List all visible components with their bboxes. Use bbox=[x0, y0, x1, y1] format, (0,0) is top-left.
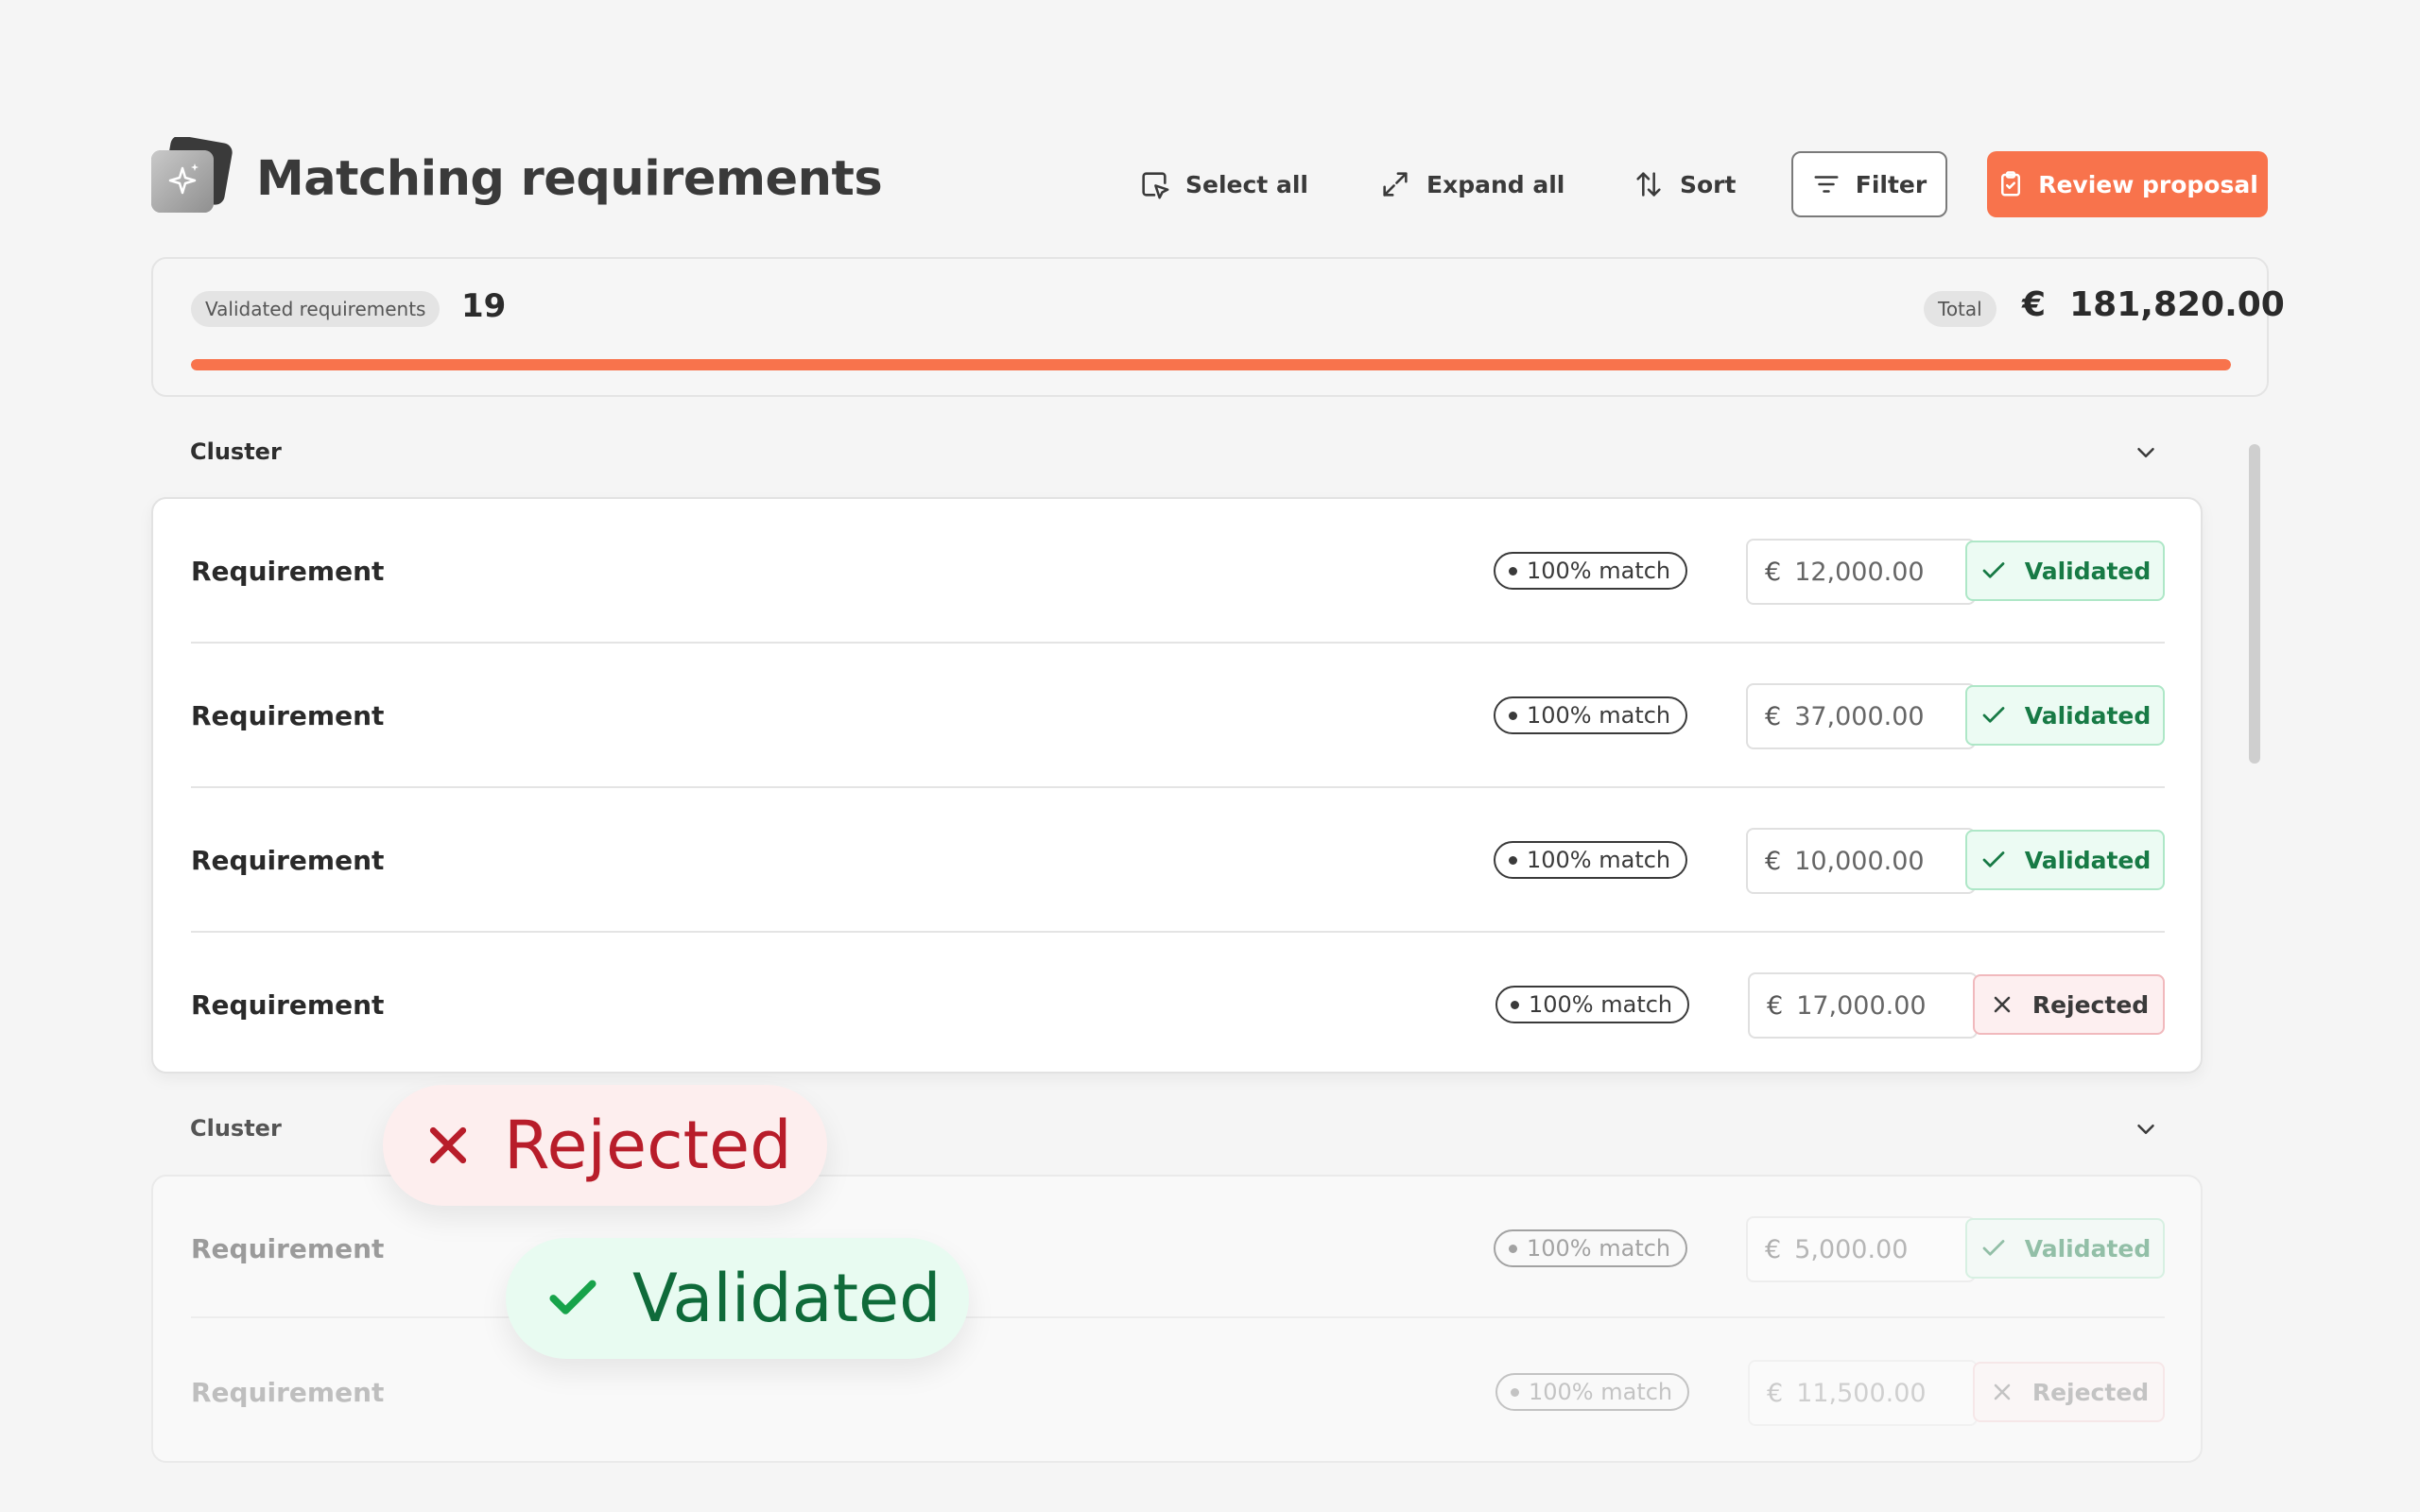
currency-symbol: € bbox=[1767, 990, 1784, 1021]
rejected-callout-label: Rejected bbox=[504, 1107, 792, 1184]
status-label: Validated bbox=[2024, 1234, 2152, 1263]
validated-status-button[interactable]: Validated bbox=[1965, 830, 2165, 890]
amount-value: 37,000.00 bbox=[1794, 701, 1925, 731]
scrollbar-thumb[interactable] bbox=[2249, 444, 2260, 764]
requirement-name: Requirement bbox=[191, 556, 385, 587]
currency-symbol: € bbox=[1765, 1234, 1782, 1264]
status-label: Validated bbox=[2024, 557, 2152, 585]
check-icon bbox=[549, 1280, 596, 1314]
validated-callout-label: Validated bbox=[632, 1260, 942, 1337]
validated-status-button[interactable]: Validated bbox=[1965, 1218, 2165, 1279]
expand-all-button[interactable]: Expand all bbox=[1379, 151, 1564, 217]
sort-button[interactable]: Sort bbox=[1633, 151, 1736, 217]
amount-value: 17,000.00 bbox=[1796, 990, 1927, 1021]
table-row[interactable]: Requirement 100% match €11,500.00 Reject… bbox=[191, 1320, 2165, 1465]
table-row[interactable]: Requirement 100% match €10,000.00 Valida… bbox=[191, 788, 2165, 933]
match-badge: 100% match bbox=[1494, 841, 1688, 879]
chevron-down-icon[interactable] bbox=[2132, 1115, 2160, 1143]
select-all-label: Select all bbox=[1185, 170, 1308, 198]
amount-value: 12,000.00 bbox=[1794, 557, 1925, 587]
currency-symbol: € bbox=[1767, 1378, 1784, 1408]
match-badge: 100% match bbox=[1494, 552, 1688, 590]
app-logo bbox=[151, 135, 233, 216]
requirement-name: Requirement bbox=[191, 1233, 385, 1264]
amount-field[interactable]: €5,000.00 bbox=[1746, 1216, 1976, 1282]
progress-fill bbox=[191, 359, 2231, 370]
close-icon bbox=[1994, 996, 2011, 1013]
check-icon bbox=[1982, 562, 2005, 578]
filter-label: Filter bbox=[1855, 170, 1927, 198]
sort-label: Sort bbox=[1680, 170, 1737, 198]
amount-value: 10,000.00 bbox=[1794, 846, 1925, 876]
status-label: Rejected bbox=[2031, 1378, 2150, 1406]
rejected-status-button[interactable]: Rejected bbox=[1973, 1362, 2165, 1422]
match-badge: 100% match bbox=[1494, 1229, 1688, 1267]
match-label: 100% match bbox=[1529, 1379, 1673, 1405]
filter-button[interactable]: Filter bbox=[1791, 151, 1947, 217]
clipboard-check-icon bbox=[2001, 171, 2021, 197]
amount-field[interactable]: €37,000.00 bbox=[1746, 683, 1976, 749]
rejected-status-button[interactable]: Rejected bbox=[1973, 974, 2165, 1035]
close-icon bbox=[1994, 1383, 2011, 1400]
cluster-header[interactable]: Cluster bbox=[190, 1115, 282, 1142]
progress-bar bbox=[191, 359, 2231, 370]
match-label: 100% match bbox=[1527, 847, 1671, 873]
cursor-select-icon bbox=[1142, 172, 1169, 199]
total-badge: Total bbox=[1924, 291, 1996, 327]
review-proposal-label: Review proposal bbox=[2038, 170, 2258, 198]
table-row[interactable]: Requirement 100% match €17,000.00 Reject… bbox=[191, 933, 2165, 1077]
sort-icon bbox=[1636, 172, 1661, 197]
currency-symbol: € bbox=[1765, 701, 1782, 731]
check-icon bbox=[1982, 1240, 2005, 1256]
amount-field[interactable]: €11,500.00 bbox=[1748, 1360, 1978, 1426]
validated-callout: Validated bbox=[506, 1238, 969, 1359]
expand-all-label: Expand all bbox=[1426, 170, 1565, 198]
match-label: 100% match bbox=[1527, 702, 1671, 729]
amount-value: 11,500.00 bbox=[1796, 1378, 1927, 1408]
status-label: Validated bbox=[2024, 701, 2152, 730]
amount-value: 5,000.00 bbox=[1794, 1234, 1909, 1264]
currency-symbol: € bbox=[1765, 846, 1782, 876]
check-icon bbox=[1982, 851, 2005, 868]
cluster-card: Requirement 100% match €5,000.00 Validat… bbox=[151, 1175, 2203, 1463]
select-all-button[interactable]: Select all bbox=[1138, 151, 1308, 217]
validated-status-button[interactable]: Validated bbox=[1965, 541, 2165, 601]
validated-status-button[interactable]: Validated bbox=[1965, 685, 2165, 746]
close-icon bbox=[429, 1126, 467, 1164]
cluster-header[interactable]: Cluster bbox=[190, 438, 282, 465]
cluster-card: Requirement 100% match €12,000.00 Valida… bbox=[151, 497, 2203, 1074]
rejected-callout: Rejected bbox=[383, 1085, 827, 1206]
amount-field[interactable]: €12,000.00 bbox=[1746, 539, 1976, 605]
check-icon bbox=[1982, 707, 2005, 723]
filter-icon bbox=[1814, 176, 1839, 193]
requirement-name: Requirement bbox=[191, 1377, 385, 1408]
page-title: Matching requirements bbox=[256, 151, 883, 207]
chevron-down-icon[interactable] bbox=[2132, 438, 2160, 467]
match-badge: 100% match bbox=[1494, 696, 1688, 734]
match-badge: 100% match bbox=[1495, 1373, 1690, 1411]
match-badge: 100% match bbox=[1495, 986, 1690, 1023]
match-label: 100% match bbox=[1527, 558, 1671, 584]
validated-requirements-badge: Validated requirements bbox=[191, 291, 441, 327]
amount-field[interactable]: €17,000.00 bbox=[1748, 972, 1978, 1039]
status-label: Rejected bbox=[2031, 990, 2150, 1019]
requirement-name: Requirement bbox=[191, 700, 385, 731]
currency-symbol: € bbox=[1765, 557, 1782, 587]
total-value: € 181,820.00 bbox=[2022, 285, 2285, 324]
match-label: 100% match bbox=[1527, 1235, 1671, 1262]
amount-field[interactable]: €10,000.00 bbox=[1746, 828, 1976, 894]
requirement-name: Requirement bbox=[191, 989, 385, 1021]
review-proposal-button[interactable]: Review proposal bbox=[1987, 151, 2268, 217]
expand-icon bbox=[1383, 172, 1408, 197]
status-label: Validated bbox=[2024, 846, 2152, 874]
table-row[interactable]: Requirement 100% match €12,000.00 Valida… bbox=[191, 499, 2165, 644]
divider bbox=[191, 1316, 2165, 1318]
match-label: 100% match bbox=[1529, 991, 1673, 1018]
validated-count: 19 bbox=[461, 287, 507, 325]
summary-card: Validated requirements 19 Total € 181,82… bbox=[151, 257, 2285, 397]
table-row[interactable]: Requirement 100% match €37,000.00 Valida… bbox=[191, 644, 2165, 788]
requirement-name: Requirement bbox=[191, 845, 385, 876]
